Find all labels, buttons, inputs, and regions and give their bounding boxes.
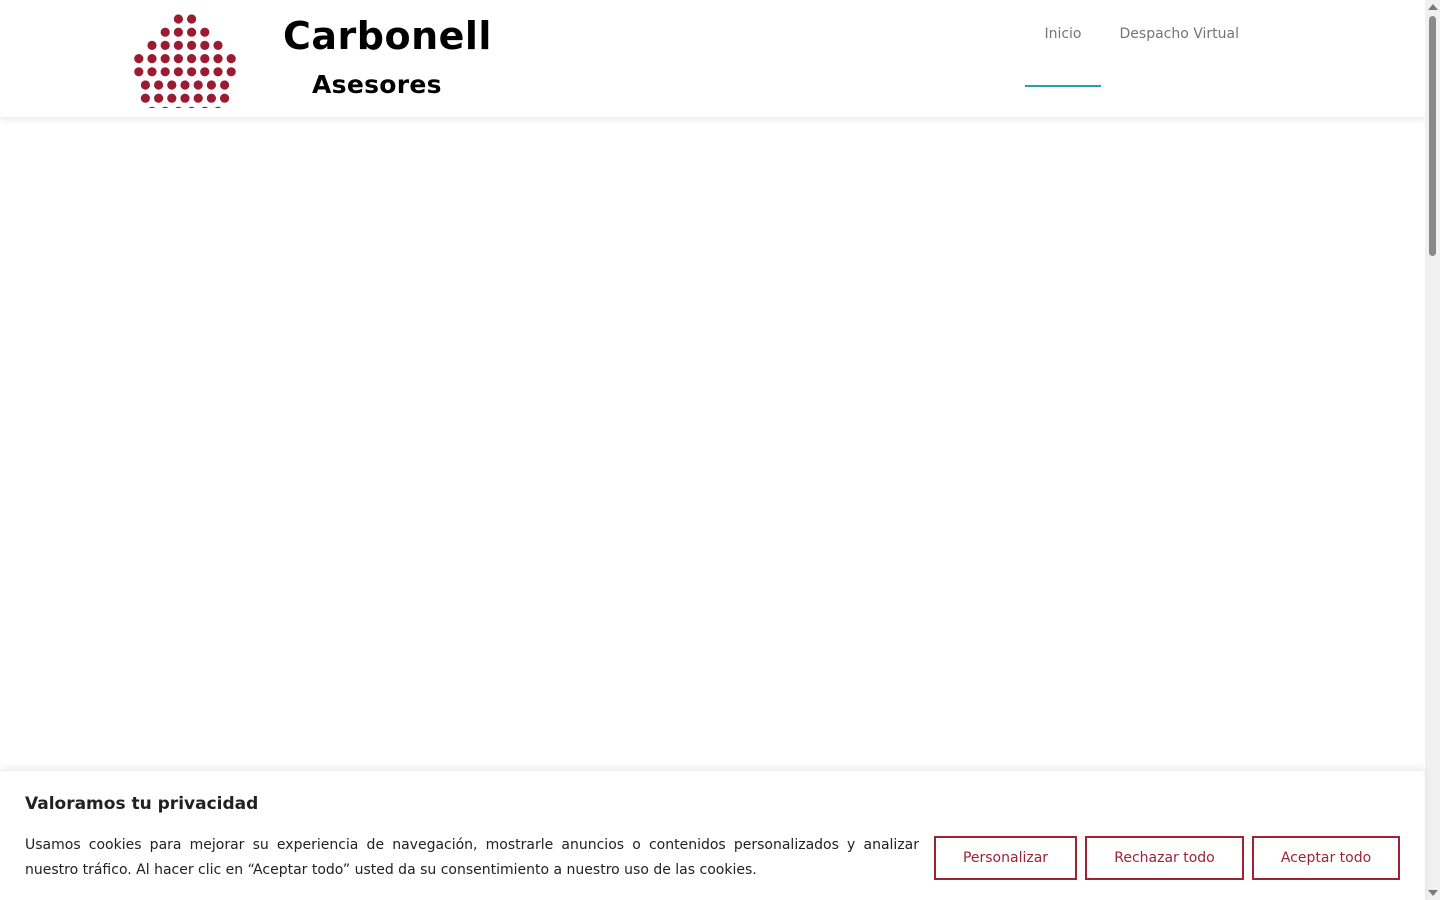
logo-dot <box>167 80 177 90</box>
logo-dot <box>173 14 183 24</box>
cookie-text: Usamos cookies para mejorar su experienc… <box>25 837 919 878</box>
logo-dot <box>188 106 195 108</box>
logo-dot <box>206 80 216 90</box>
nav-item-despacho-virtual[interactable]: Despacho Virtual <box>1101 0 1259 87</box>
logo-dot <box>193 80 203 90</box>
logo-dot <box>220 93 230 103</box>
logo-dot <box>175 106 182 108</box>
logo-dot <box>226 67 236 77</box>
logo-dot <box>213 67 223 77</box>
customize-button[interactable]: Personalizar <box>934 836 1077 880</box>
scroll-up-icon[interactable] <box>1428 4 1438 10</box>
logo-dot <box>154 93 164 103</box>
logo-dot <box>134 67 144 77</box>
logo-dot <box>148 106 156 108</box>
logo-dot <box>160 67 170 77</box>
scroll-down-icon[interactable] <box>1428 890 1438 896</box>
logo-dot <box>213 54 223 64</box>
logo-dot <box>214 106 222 108</box>
site-header: Carbonell Asesores Inicio Despacho Virtu… <box>0 0 1425 118</box>
logo-dot <box>200 67 210 77</box>
logo-dot <box>187 67 197 77</box>
nav-item-inicio[interactable]: Inicio <box>1025 0 1101 87</box>
logo-dot <box>187 14 197 24</box>
main-nav: Inicio Despacho Virtual <box>1025 0 1258 118</box>
page-scrollbar[interactable] <box>1425 0 1440 900</box>
logo-dot <box>180 93 190 103</box>
logo-dot <box>154 80 164 90</box>
accept-all-button[interactable]: Aceptar todo <box>1252 836 1400 880</box>
cookie-banner: Valoramos tu privacidad Usamos cookies p… <box>0 770 1425 900</box>
logo-dot <box>167 93 177 103</box>
logo-dot <box>162 106 169 108</box>
logo-dot <box>206 93 216 103</box>
reject-all-button[interactable]: Rechazar todo <box>1085 836 1244 880</box>
logo-dot <box>200 27 210 37</box>
logo-dot <box>173 67 183 77</box>
scroll-thumb[interactable] <box>1429 16 1436 256</box>
logo-dot <box>160 54 170 64</box>
logo-dot <box>147 67 157 77</box>
logo-dot <box>147 40 157 50</box>
brand-subtitle[interactable]: Asesores <box>312 70 442 99</box>
logo-dot <box>213 40 223 50</box>
logo-dot <box>173 27 183 37</box>
logo-dot <box>226 54 236 64</box>
logo-dot <box>160 40 170 50</box>
logo-dot <box>180 80 190 90</box>
logo-dot <box>173 40 183 50</box>
logo-dot <box>140 80 150 90</box>
logo-dot <box>160 27 170 37</box>
cookie-title: Valoramos tu privacidad <box>25 794 259 814</box>
logo-dot <box>140 93 150 103</box>
brand-name[interactable]: Carbonell <box>283 14 492 58</box>
logo-dot <box>200 40 210 50</box>
logo-dot <box>187 27 197 37</box>
logo-dot <box>220 80 230 90</box>
logo-dot <box>147 54 157 64</box>
logo-dot <box>187 40 197 50</box>
logo-dot <box>134 54 144 64</box>
logo-dot <box>187 54 197 64</box>
logo-dot <box>200 54 210 64</box>
logo-dot <box>173 54 183 64</box>
logo-icon[interactable] <box>130 12 240 108</box>
logo-dot <box>193 93 203 103</box>
logo-dot <box>201 106 208 108</box>
